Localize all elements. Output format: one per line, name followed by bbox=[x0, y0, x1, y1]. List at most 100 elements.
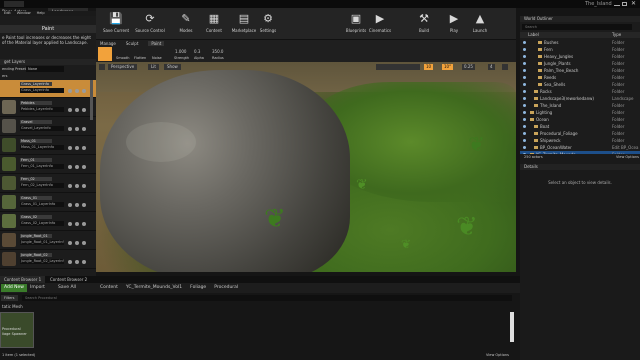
toolbar-button[interactable]: ▶ Cinematics bbox=[364, 10, 396, 38]
search-icon[interactable] bbox=[75, 89, 79, 93]
outliner-row[interactable]: Ocean Folder bbox=[520, 116, 640, 123]
search-icon[interactable] bbox=[75, 241, 79, 245]
layer-row[interactable]: Grass_Layerinfo Grass_Layerinfo bbox=[0, 80, 96, 98]
search-icon[interactable] bbox=[75, 146, 79, 150]
layer-info-field[interactable]: Fern_01_LayerInfo bbox=[20, 164, 64, 169]
search-icon[interactable] bbox=[75, 108, 79, 112]
content-browser-scrollbar[interactable] bbox=[510, 312, 514, 342]
gear-icon[interactable] bbox=[82, 165, 86, 169]
search-icon[interactable] bbox=[75, 184, 79, 188]
paint-tool-button[interactable] bbox=[98, 47, 112, 61]
tab-manage[interactable]: Manage bbox=[100, 41, 116, 46]
lit-button[interactable]: Lit bbox=[148, 64, 159, 70]
tab-paint[interactable]: Paint bbox=[148, 41, 165, 46]
noise-tool-label[interactable]: Noise bbox=[152, 56, 162, 60]
column-type[interactable]: Type bbox=[612, 32, 621, 38]
browse-icon[interactable] bbox=[68, 89, 72, 93]
visibility-eye-icon[interactable] bbox=[523, 125, 526, 128]
outliner-row[interactable]: Lighting Folder bbox=[520, 109, 640, 116]
toolbar-button[interactable]: ⟳ Source Control bbox=[134, 10, 166, 38]
strength-value[interactable]: 1.000 bbox=[175, 49, 186, 54]
show-button[interactable]: Show bbox=[164, 64, 181, 70]
outliner-row[interactable]: Jungle_Plants Folder bbox=[520, 60, 640, 67]
camera-speed-value[interactable]: 4 bbox=[488, 64, 495, 70]
visibility-eye-icon[interactable] bbox=[523, 97, 526, 100]
gear-icon[interactable] bbox=[82, 241, 86, 245]
visibility-eye-icon[interactable] bbox=[523, 83, 526, 86]
gear-icon[interactable] bbox=[82, 127, 86, 131]
outliner-row[interactable]: Sea_Shells Folder bbox=[520, 81, 640, 88]
search-icon[interactable] bbox=[75, 222, 79, 226]
gear-icon[interactable] bbox=[82, 203, 86, 207]
layer-row[interactable]: Pebbles Pebbles_LayerInfo bbox=[0, 99, 96, 117]
visibility-eye-icon[interactable] bbox=[523, 146, 526, 149]
toolbar-button[interactable]: ▦ Content bbox=[198, 10, 230, 38]
toolbar-button[interactable]: ⚙ Settings bbox=[252, 10, 284, 38]
save-all-button[interactable]: Save All bbox=[58, 284, 76, 292]
layer-row[interactable]: Grass_01 Grass_01_LayerInfo bbox=[0, 194, 96, 212]
layer-row[interactable]: Jungle_Root_01 Jungle_Root_01_LayerInfo bbox=[0, 232, 96, 250]
outliner-row[interactable]: Palm_Tree_Beach Folder bbox=[520, 67, 640, 74]
blend-presets-select[interactable]: None bbox=[26, 66, 64, 72]
layer-row[interactable]: Grass_02 Grass_02_LayerInfo bbox=[0, 213, 96, 231]
browse-icon[interactable] bbox=[68, 203, 72, 207]
visibility-eye-icon[interactable] bbox=[523, 76, 526, 79]
scale-snap-value[interactable]: 0.25 bbox=[462, 64, 475, 70]
outliner-row[interactable]: Boat Folder bbox=[520, 123, 640, 130]
layer-row[interactable]: Fern_01 Fern_01_LayerInfo bbox=[0, 156, 96, 174]
maximize-viewport-icon[interactable] bbox=[502, 64, 508, 70]
browse-icon[interactable] bbox=[68, 241, 72, 245]
asset-thumbnail[interactable]: Procedural liage Spawner bbox=[0, 312, 34, 348]
angle-snap-value[interactable]: 10° bbox=[442, 64, 454, 70]
perspective-button[interactable]: Perspective bbox=[108, 64, 138, 70]
gear-icon[interactable] bbox=[82, 260, 86, 264]
browse-icon[interactable] bbox=[68, 184, 72, 188]
layer-row[interactable]: Moss_01 Moss_01_LayerInfo bbox=[0, 137, 96, 155]
maximize-icon[interactable] bbox=[622, 2, 627, 6]
layer-info-field[interactable]: Grass_02_LayerInfo bbox=[20, 221, 64, 226]
visibility-eye-icon[interactable] bbox=[523, 111, 526, 114]
tab-content-browser-1[interactable]: Content Browser 1 bbox=[0, 276, 46, 283]
smooth-tool-label[interactable]: Smooth bbox=[116, 56, 130, 60]
visibility-eye-icon[interactable] bbox=[523, 62, 526, 65]
browse-icon[interactable] bbox=[68, 146, 72, 150]
search-icon[interactable] bbox=[75, 260, 79, 264]
layer-info-field[interactable]: Jungle_Root_01_LayerInfo bbox=[20, 240, 64, 245]
gear-icon[interactable] bbox=[82, 146, 86, 150]
outliner-row[interactable]: Landscape3(reworkedanw) Landscape bbox=[520, 95, 640, 102]
layer-list-scrollbar[interactable] bbox=[90, 80, 93, 120]
gear-icon[interactable] bbox=[82, 184, 86, 188]
layer-row[interactable]: Fern_02 Fern_02_LayerInfo bbox=[0, 175, 96, 193]
alpha-value[interactable]: 0.3 bbox=[194, 49, 200, 54]
visibility-eye-icon[interactable] bbox=[523, 48, 526, 51]
breadcrumb-item[interactable]: YC_Termite_Mounds_Vol1 bbox=[126, 284, 182, 292]
layer-info-field[interactable]: Fern_02_LayerInfo bbox=[20, 183, 64, 188]
visibility-eye-icon[interactable] bbox=[523, 55, 526, 58]
flatten-tool-label[interactable]: Flatten bbox=[134, 56, 146, 60]
outliner-row[interactable]: Fern Folder bbox=[520, 46, 640, 53]
tab-sculpt[interactable]: Sculpt bbox=[126, 41, 139, 46]
grid-snap-value[interactable]: 10 bbox=[424, 64, 434, 70]
visibility-eye-icon[interactable] bbox=[523, 90, 526, 93]
visibility-eye-icon[interactable] bbox=[523, 139, 526, 142]
toolbar-button[interactable]: ▲ Launch bbox=[464, 10, 496, 38]
browse-icon[interactable] bbox=[68, 108, 72, 112]
visibility-eye-icon[interactable] bbox=[523, 41, 526, 44]
outliner-row[interactable]: BP_OceanWater Edit BP_Ocea bbox=[520, 144, 640, 151]
layer-info-field[interactable]: Jungle_Root_02_LayerInfo bbox=[20, 259, 64, 264]
viewport-menu-icon[interactable] bbox=[99, 64, 105, 70]
toolbar-button[interactable]: ⚒ Build bbox=[408, 10, 440, 38]
search-icon[interactable] bbox=[75, 203, 79, 207]
layer-row[interactable]: Gravel Gravel_LayerInfo bbox=[0, 118, 96, 136]
browse-icon[interactable] bbox=[68, 165, 72, 169]
visibility-eye-icon[interactable] bbox=[523, 118, 526, 121]
toolbar-button[interactable]: 💾 Save Current bbox=[100, 10, 132, 38]
import-button[interactable]: Import bbox=[30, 284, 45, 292]
column-label[interactable]: Label bbox=[528, 32, 539, 38]
level-viewport[interactable]: ❦ ❦ ❦ ❦ ❦ Perspective Lit Show 10 10° 0.… bbox=[96, 62, 516, 272]
search-icon[interactable] bbox=[75, 127, 79, 131]
filters-button[interactable]: Filters bbox=[1, 295, 18, 301]
layer-info-field[interactable]: Pebbles_LayerInfo bbox=[20, 107, 64, 112]
visibility-eye-icon[interactable] bbox=[523, 104, 526, 107]
close-icon[interactable]: ✕ bbox=[631, 0, 636, 7]
